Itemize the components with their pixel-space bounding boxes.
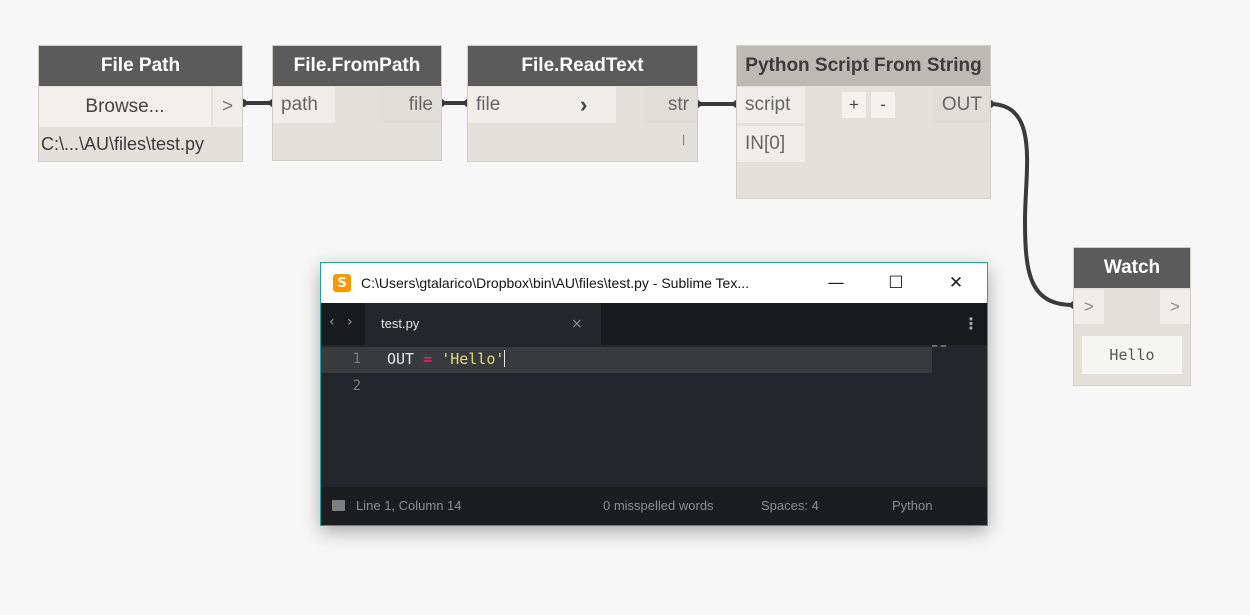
close-button[interactable]: ✕	[931, 263, 981, 303]
lacing-indicator: l	[682, 132, 686, 148]
syntax-selector[interactable]: Python	[892, 487, 932, 525]
output-port-str[interactable]: str	[644, 87, 697, 123]
node-file-path[interactable]: File Path Browse... > C:\...\AU\files\te…	[39, 46, 242, 161]
sublime-text-window[interactable]: S C:\Users\gtalarico\Dropbox\bin\AU\file…	[321, 263, 987, 525]
spellcheck-status[interactable]: 0 misspelled words	[603, 487, 714, 525]
minimap-viewport-marker	[932, 345, 946, 350]
output-port-arrow[interactable]: >	[1160, 290, 1190, 324]
minimize-button[interactable]: —	[811, 263, 861, 303]
wire-python-to-watch	[988, 102, 1076, 307]
remove-input-button[interactable]: -	[871, 92, 895, 118]
code-token-variable: OUT	[387, 350, 415, 368]
text-caret	[504, 350, 506, 367]
input-port-in0[interactable]: IN[0]	[737, 126, 805, 162]
line-number: 1	[352, 351, 361, 367]
node-watch[interactable]: Watch > > Hello	[1074, 248, 1190, 385]
file-path-value: C:\...\AU\files\test.py	[41, 134, 205, 154]
node-title: File.ReadText	[468, 46, 697, 86]
node-title: Python Script From String	[737, 46, 990, 86]
input-port-path[interactable]: path	[273, 87, 335, 123]
dynamo-canvas[interactable]: File Path Browse... > C:\...\AU\files\te…	[0, 0, 1250, 615]
code-token-operator: =	[423, 350, 433, 368]
node-file-frompath[interactable]: File.FromPath path file	[273, 46, 441, 160]
panel-toggle-icon[interactable]	[332, 500, 345, 511]
code-token-string: 'Hello'	[441, 350, 505, 368]
input-port-label: file	[476, 94, 501, 115]
input-port-file[interactable]: file ›	[468, 87, 616, 123]
node-title: File Path	[39, 46, 242, 86]
input-port-script[interactable]: script	[737, 87, 805, 123]
output-port-file[interactable]: file	[377, 87, 441, 123]
indentation-setting[interactable]: Spaces: 4	[761, 487, 819, 525]
code-line-1[interactable]: OUT = 'Hello'	[387, 350, 506, 368]
browse-button[interactable]: Browse...	[39, 87, 211, 127]
output-port-arrow[interactable]: >	[213, 87, 242, 127]
more-options-icon[interactable]: ⋮	[963, 314, 979, 333]
chevron-left-icon[interactable]: ‹	[329, 314, 335, 330]
node-title: Watch	[1074, 248, 1190, 288]
sublime-logo-icon: S	[333, 274, 351, 292]
chevron-right-icon: ›	[580, 92, 588, 117]
code-editor[interactable]: 1 2 OUT = 'Hello'	[321, 345, 987, 487]
maximize-button[interactable]: ☐	[871, 263, 921, 303]
input-port-arrow[interactable]: >	[1074, 290, 1104, 324]
tab-label: test.py	[381, 316, 420, 331]
node-title: File.FromPath	[273, 46, 441, 86]
line-number: 2	[352, 378, 361, 394]
window-titlebar[interactable]: S C:\Users\gtalarico\Dropbox\bin\AU\file…	[321, 263, 987, 303]
watch-output-value: Hello	[1082, 336, 1182, 374]
chevron-right-icon[interactable]: ›	[347, 314, 353, 330]
status-bar: Line 1, Column 14 0 misspelled words Spa…	[321, 487, 987, 525]
window-title: C:\Users\gtalarico\Dropbox\bin\AU\files\…	[361, 275, 750, 291]
tab-test-py[interactable]: test.py ×	[365, 303, 601, 345]
output-port-out[interactable]: OUT	[933, 87, 990, 123]
cursor-position: Line 1, Column 14	[356, 498, 462, 513]
tab-bar: ‹ › test.py × ⋮	[321, 303, 987, 345]
close-tab-icon[interactable]: ×	[571, 303, 583, 345]
node-python-script[interactable]: Python Script From String script IN[0] +…	[737, 46, 990, 198]
add-input-button[interactable]: +	[842, 92, 866, 118]
node-file-readtext[interactable]: File.ReadText file › str l	[468, 46, 697, 161]
